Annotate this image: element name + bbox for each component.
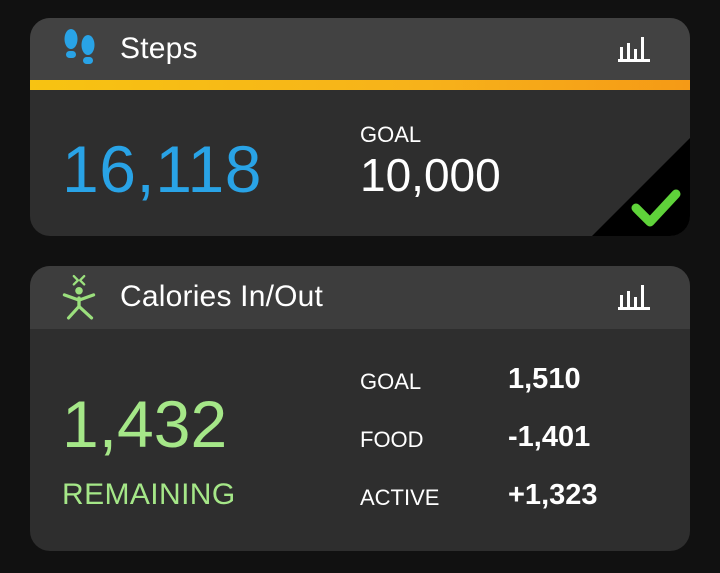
steps-card[interactable]: Steps 16,118 GOAL 10,000 [30,18,690,236]
steps-goal-label: GOAL [360,122,422,147]
bar-chart-icon[interactable] [618,283,650,311]
calories-goal-label: GOAL [360,369,422,394]
calories-remaining-label: REMAINING [62,478,236,511]
calories-food-label: FOOD [360,427,424,452]
goal-met-badge [592,138,690,236]
steps-title: Steps [120,32,198,65]
calories-header: Calories In/Out [30,266,690,329]
calories-active-value: +1,323 [508,479,598,511]
calories-card[interactable]: Calories In/Out 1,432 REMAINING GOAL 1,5… [30,266,690,551]
calories-remaining-value: 1,432 [62,387,228,461]
steps-progress-bar [30,80,690,90]
calories-title: Calories In/Out [120,280,324,313]
myfitnesspal-figure-icon [62,274,96,320]
footprints-icon [64,29,95,64]
calories-active-label: ACTIVE [360,485,440,510]
steps-count: 16,118 [62,132,262,206]
calories-food-value: -1,401 [508,421,591,453]
bar-chart-icon[interactable] [618,35,650,63]
steps-goal-value: 10,000 [360,149,501,201]
calories-goal-value: 1,510 [508,363,581,395]
steps-header: Steps [30,18,690,80]
